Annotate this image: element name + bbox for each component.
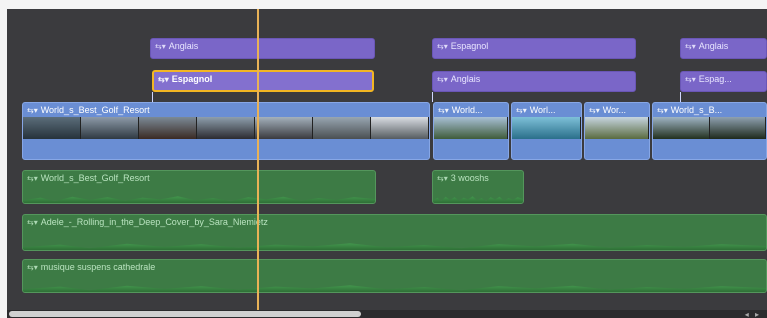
video-filmstrip: [585, 117, 649, 139]
video-filmstrip: [434, 117, 508, 139]
timeline[interactable]: ⇆▾ Anglais ⇆▾ Espagnol ⇆▾ Anglais ⇆▾ Espagno…: [7, 9, 767, 318]
audio-clip-wooshs[interactable]: ⇆▾ 3 wooshs: [432, 170, 524, 204]
clip-menu-icon: ⇆▾: [27, 173, 38, 183]
video-clip-world-3[interactable]: ⇆▾ Worl...: [511, 102, 582, 160]
scrollbar-thumb[interactable]: [9, 311, 361, 317]
clip-menu-icon: ⇆▾: [437, 74, 448, 84]
video-clip-golf-resort[interactable]: ⇆▾ World_s_Best_Golf_Resort: [22, 102, 430, 160]
zoom-arrows-icon[interactable]: ◂ ▸: [745, 310, 761, 318]
connector-line: [152, 92, 153, 102]
clip-menu-icon: ⇆▾: [158, 74, 169, 84]
clip-menu-icon: ⇆▾: [516, 105, 527, 115]
title-clip-label: ⇆▾ Anglais: [155, 41, 199, 51]
clip-menu-icon: ⇆▾: [27, 262, 38, 272]
horizontal-scrollbar[interactable]: ◂ ▸: [7, 310, 767, 318]
clip-menu-icon: ⇆▾: [27, 217, 38, 227]
clip-menu-icon: ⇆▾: [27, 105, 38, 115]
video-clip-label: ⇆▾ Worl...: [516, 105, 556, 115]
title-clip-label: ⇆▾ Espag...: [685, 74, 732, 84]
video-clip-label: ⇆▾ World_s_B...: [657, 105, 723, 115]
title-clip-espagnol-selected[interactable]: ⇆▾ Espagnol: [152, 70, 374, 92]
video-clip-world-4[interactable]: ⇆▾ Wor...: [584, 102, 650, 160]
clip-menu-icon: ⇆▾: [685, 74, 696, 84]
title-clip-label: ⇆▾ Anglais: [685, 41, 729, 51]
audio-clip-musique-suspens[interactable]: ⇆▾ musique suspens cathedrale: [22, 259, 767, 293]
connector-line: [680, 92, 681, 102]
clip-menu-icon: ⇆▾: [437, 41, 448, 51]
audio-clip-golf-resort[interactable]: ⇆▾ World_s_Best_Golf_Resort: [22, 170, 376, 204]
title-clip-espagnol[interactable]: ⇆▾ Espagnol: [432, 38, 636, 59]
video-filmstrip: [653, 117, 766, 139]
clip-menu-icon: ⇆▾: [589, 105, 600, 115]
title-clip-anglais[interactable]: ⇆▾ Anglais: [150, 38, 375, 59]
video-filmstrip: [512, 117, 581, 139]
audio-waveform: [23, 285, 766, 292]
audio-clip-label: ⇆▾ 3 wooshs: [437, 173, 489, 183]
video-clip-world-5[interactable]: ⇆▾ World_s_B...: [652, 102, 767, 160]
title-clip-anglais-2[interactable]: ⇆▾ Anglais: [680, 38, 767, 59]
playhead[interactable]: [257, 9, 259, 318]
clip-menu-icon: ⇆▾: [155, 41, 166, 51]
clip-menu-icon: ⇆▾: [438, 105, 449, 115]
audio-clip-label: ⇆▾ musique suspens cathedrale: [27, 262, 156, 272]
audio-clip-label: ⇆▾ World_s_Best_Golf_Resort: [27, 173, 150, 183]
audio-waveform: [433, 196, 523, 203]
clip-menu-icon: ⇆▾: [657, 105, 668, 115]
video-clip-label: ⇆▾ Wor...: [589, 105, 627, 115]
audio-waveform: [23, 243, 766, 250]
title-clip-label: ⇆▾ Espagnol: [437, 41, 489, 51]
title-clip-espagnol-2[interactable]: ⇆▾ Espag...: [680, 71, 767, 92]
audio-clip-adele-cover[interactable]: ⇆▾ Adele_-_Rolling_in_the_Deep_Cover_by_S…: [22, 214, 767, 251]
clip-menu-icon: ⇆▾: [685, 41, 696, 51]
video-clip-label: ⇆▾ World_s_Best_Golf_Resort: [27, 105, 150, 115]
video-filmstrip: [23, 117, 429, 139]
title-clip-label: ⇆▾ Anglais: [437, 74, 481, 84]
video-clip-world-2[interactable]: ⇆▾ World...: [433, 102, 509, 160]
audio-clip-label: ⇆▾ Adele_-_Rolling_in_the_Deep_Cover_by_S…: [27, 217, 268, 227]
title-clip-label: ⇆▾ Espagnol: [158, 74, 213, 84]
audio-waveform: [23, 196, 375, 203]
title-clip-anglais-3[interactable]: ⇆▾ Anglais: [432, 71, 636, 92]
connector-line: [432, 92, 433, 102]
video-clip-label: ⇆▾ World...: [438, 105, 483, 115]
clip-menu-icon: ⇆▾: [437, 173, 448, 183]
